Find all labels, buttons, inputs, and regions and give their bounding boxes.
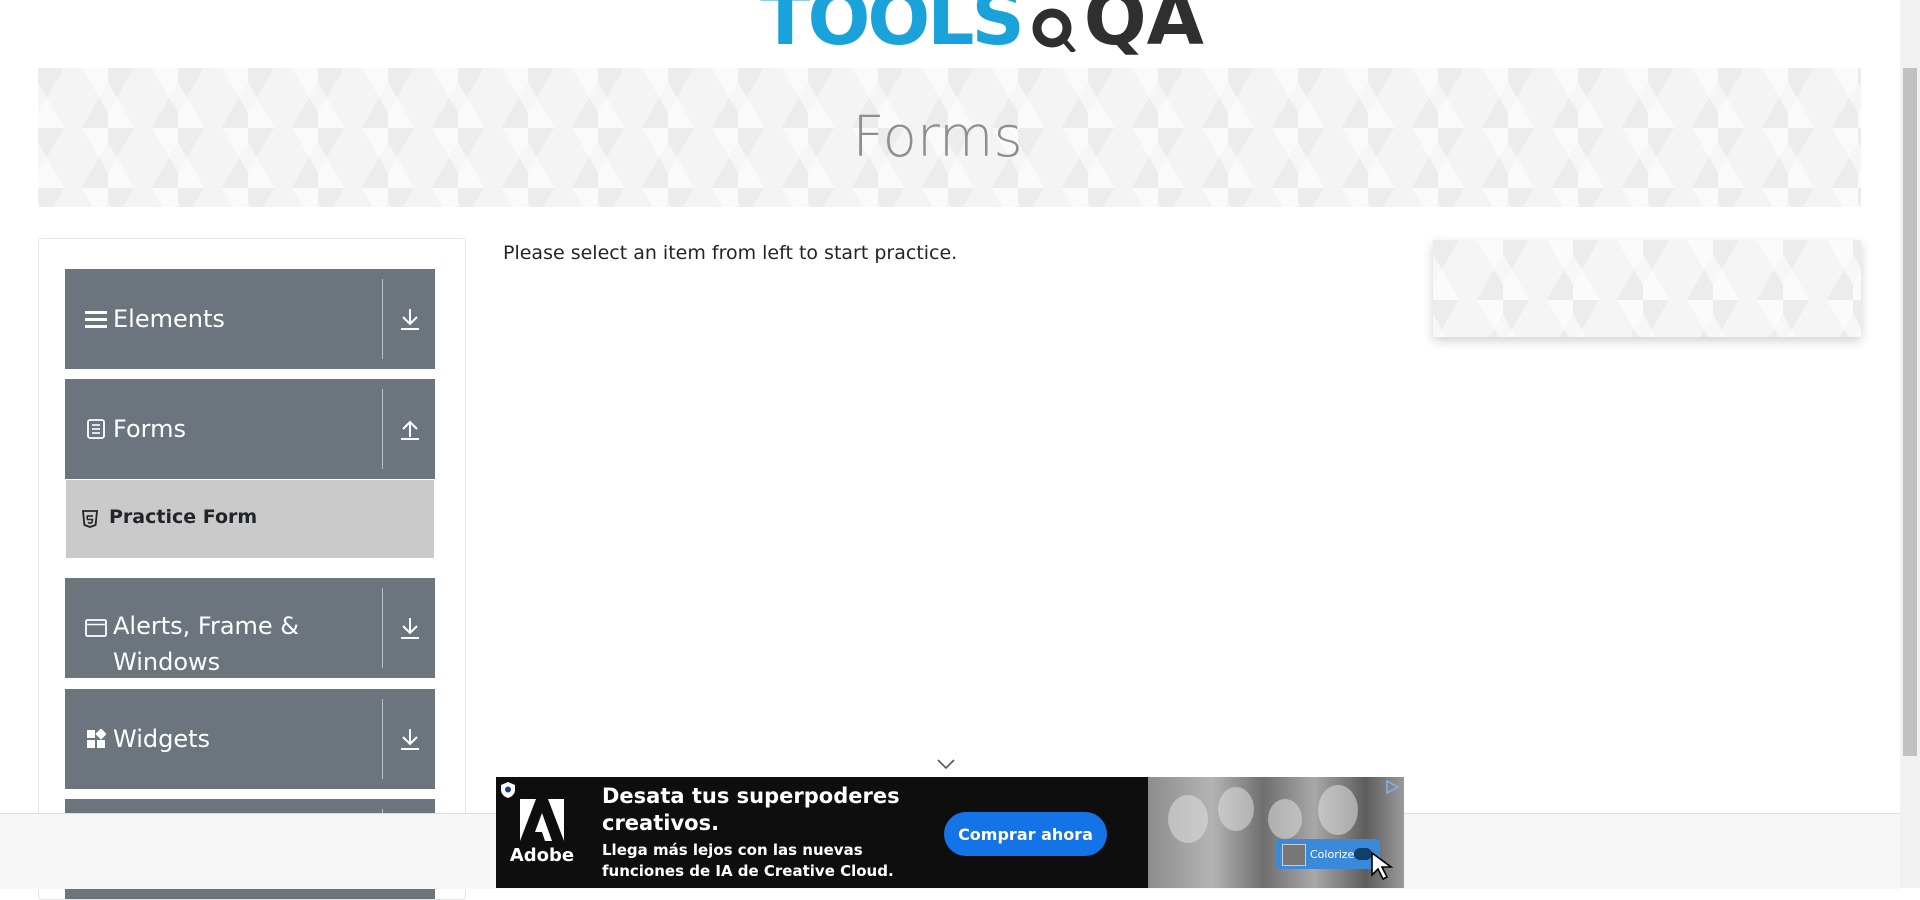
sidebar-group-header[interactable]: Alerts, Frame & Windows (65, 578, 435, 678)
sidebar-group-elements[interactable]: Elements (65, 269, 435, 369)
download-arrow-icon[interactable] (399, 307, 421, 331)
group-divider (382, 389, 383, 469)
group-divider (382, 588, 383, 668)
gear-icon (1032, 8, 1076, 52)
chevron-down-icon[interactable] (936, 756, 956, 770)
sidebar-group-header[interactable]: Forms (65, 379, 435, 479)
sidebar-group-label: Forms (113, 415, 186, 443)
shield-icon (500, 781, 516, 799)
adobe-logo: Adobe (496, 777, 588, 888)
sidebar-group-header[interactable]: Widgets (65, 689, 435, 789)
adobe-brand-text: Adobe (509, 845, 575, 866)
page-title: Forms (852, 105, 1023, 170)
group-divider (382, 279, 383, 359)
logo-text-tools: TOOLS (760, 0, 1025, 62)
ad-photo: Colorize (1148, 777, 1404, 888)
sidebar-panel: Elements Forms Practice Form Alerts, Fra… (38, 238, 466, 900)
sidebar-group-forms[interactable]: Forms (65, 379, 435, 479)
upload-arrow-icon[interactable] (399, 417, 421, 441)
page-header-banner: Forms (38, 68, 1861, 207)
download-arrow-icon[interactable] (399, 727, 421, 751)
adchoices-icon[interactable] (1384, 780, 1400, 794)
sidebar-group-header[interactable]: Elements (65, 269, 435, 369)
sidebar-group-label: Widgets (113, 725, 211, 753)
ad-subtext: Llega más lejos con las nuevas funciones… (602, 841, 894, 880)
sidebar-group-label: Alerts, Frame & Windows (113, 612, 300, 676)
ad-headline: Desata tus superpoderes creativos. (602, 784, 900, 835)
sidebar-item-practice-form[interactable]: Practice Form (66, 480, 434, 558)
sidebar-group-alerts-frame-windows[interactable]: Alerts, Frame & Windows (65, 578, 435, 678)
side-ad-placeholder[interactable] (1433, 240, 1861, 337)
window-icon (85, 617, 107, 639)
scrollbar-thumb[interactable] (1903, 68, 1917, 756)
sidebar-group-label: Elements (113, 305, 225, 333)
colorize-label: Colorize (1310, 847, 1355, 861)
ad-cta-button[interactable]: Comprar ahora (944, 812, 1107, 856)
colorize-chip: Colorize (1276, 839, 1380, 869)
adobe-a-icon (520, 799, 564, 841)
download-arrow-icon[interactable] (399, 616, 421, 640)
html5-icon (82, 510, 98, 528)
page-scrollbar[interactable] (1900, 0, 1920, 888)
hamburger-icon (85, 308, 107, 330)
sidebar-group-widgets[interactable]: Widgets (65, 689, 435, 789)
instruction-text: Please select an item from left to start… (503, 242, 958, 264)
group-divider (382, 699, 383, 779)
widgets-icon (85, 728, 107, 750)
cursor-icon (1371, 851, 1394, 881)
document-icon (85, 418, 107, 440)
sidebar-item-label: Practice Form (109, 506, 258, 528)
logo-text-qa: QA (1083, 0, 1204, 62)
photo-thumbnail (1282, 844, 1306, 866)
ad-banner[interactable]: Adobe Desata tus superpoderes creativos.… (496, 777, 1404, 888)
toolsqa-logo[interactable]: TOOLS QA (760, 0, 1204, 56)
